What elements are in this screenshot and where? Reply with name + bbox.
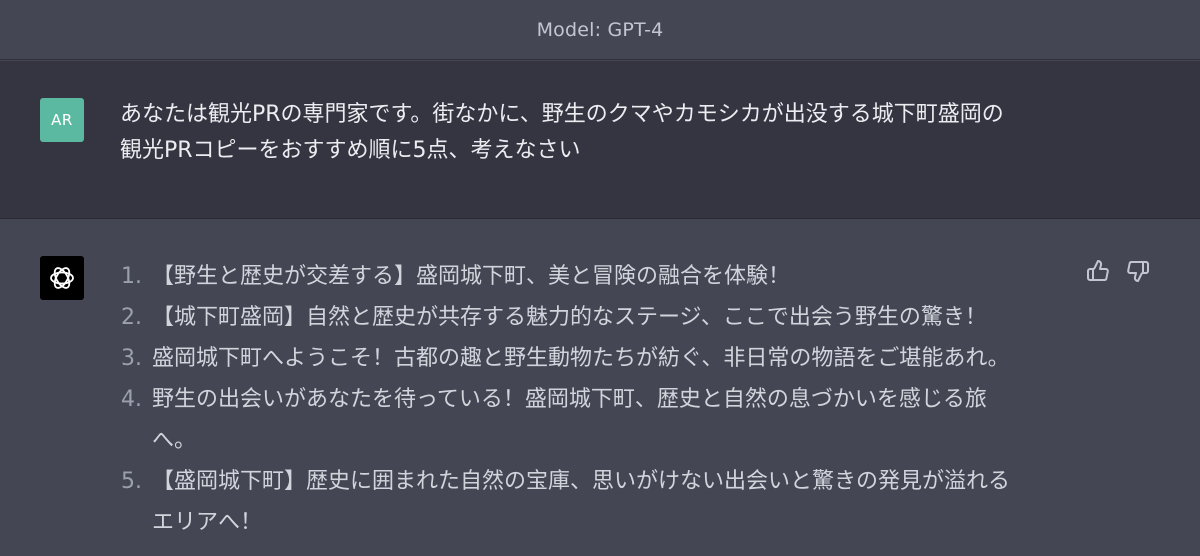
list-number: 4. bbox=[121, 387, 142, 412]
user-avatar: AR bbox=[40, 98, 84, 142]
thumbs-down-button[interactable] bbox=[1125, 258, 1151, 284]
list-number: 1. bbox=[121, 264, 142, 289]
list-item-line: 【盛岡城下町】歴史に囲まれた自然の宝庫、思いがけない出会いと驚きの発見が溢れる bbox=[152, 469, 1011, 494]
avatar-initials: AR bbox=[51, 111, 73, 129]
list-item: 1. 【野生と歴史が交差する】盛岡城下町、美と冒険の融合を体験！ bbox=[110, 256, 1060, 297]
list-item-text: 【野生と歴史が交差する】盛岡城下町、美と冒険の融合を体験！ bbox=[152, 256, 1060, 297]
list-item-line: 盛岡城下町へようこそ！古都の趣と野生動物たちが紡ぐ、非日常の物語をご堪能あれ。 bbox=[152, 346, 1010, 371]
user-message-line: あなたは観光PRの専門家です。街なかに、野生のクマやカモシカが出没する城下町盛岡… bbox=[120, 102, 1004, 127]
assistant-message-row: 1. 【野生と歴史が交差する】盛岡城下町、美と冒険の融合を体験！ 2. 【城下町… bbox=[0, 220, 1200, 556]
thumbs-down-icon bbox=[1127, 261, 1149, 283]
list-item: 5. 【盛岡城下町】歴史に囲まれた自然の宝庫、思いがけない出会いと驚きの発見が溢… bbox=[110, 461, 1060, 543]
list-item-text: 【城下町盛岡】自然と歴史が共存する魅力的なステージ、ここで出会う野生の驚き！ bbox=[152, 297, 1060, 338]
feedback-buttons bbox=[1085, 258, 1151, 284]
list-number: 2. bbox=[121, 305, 142, 330]
list-item: 4. 野生の出会いがあなたを待っている！盛岡城下町、歴史と自然の息づかいを感じる… bbox=[110, 379, 1060, 461]
user-message-text: あなたは観光PRの専門家です。街なかに、野生のクマやカモシカが出没する城下町盛岡… bbox=[120, 97, 1080, 169]
user-message-line: 観光PRコピーをおすすめ順に5点、考えなさい bbox=[120, 138, 581, 163]
answer-list: 1. 【野生と歴史が交差する】盛岡城下町、美と冒険の融合を体験！ 2. 【城下町… bbox=[110, 256, 1060, 543]
list-item-line: へ。 bbox=[152, 428, 197, 453]
list-item-line: 【野生と歴史が交差する】盛岡城下町、美と冒険の融合を体験！ bbox=[152, 264, 791, 289]
model-title: Model: GPT-4 bbox=[536, 18, 664, 41]
list-item-text: 盛岡城下町へようこそ！古都の趣と野生動物たちが紡ぐ、非日常の物語をご堪能あれ。 bbox=[152, 338, 1060, 379]
list-item: 3. 盛岡城下町へようこそ！古都の趣と野生動物たちが紡ぐ、非日常の物語をご堪能あ… bbox=[110, 338, 1060, 379]
thumbs-up-button[interactable] bbox=[1085, 258, 1111, 284]
list-item-text: 野生の出会いがあなたを待っている！盛岡城下町、歴史と自然の息づかいを感じる旅 へ… bbox=[152, 379, 1060, 461]
chat-page: Model: GPT-4 AR あなたは観光PRの専門家です。街なかに、野生のク… bbox=[0, 0, 1200, 556]
list-item-text: 【盛岡城下町】歴史に囲まれた自然の宝庫、思いがけない出会いと驚きの発見が溢れる … bbox=[152, 461, 1060, 543]
list-item: 2. 【城下町盛岡】自然と歴史が共存する魅力的なステージ、ここで出会う野生の驚き… bbox=[110, 297, 1060, 338]
openai-logo-icon bbox=[40, 256, 84, 300]
thumbs-up-icon bbox=[1087, 259, 1109, 281]
list-item-line: 野生の出会いがあなたを待っている！盛岡城下町、歴史と自然の息づかいを感じる旅 bbox=[152, 387, 987, 412]
list-item-line: エリアへ！ bbox=[152, 510, 263, 535]
user-message-row: AR あなたは観光PRの専門家です。街なかに、野生のクマやカモシカが出没する城下… bbox=[0, 61, 1200, 219]
list-number: 5. bbox=[121, 469, 142, 494]
list-number: 3. bbox=[121, 346, 142, 371]
model-header: Model: GPT-4 bbox=[0, 0, 1200, 60]
list-item-line: 【城下町盛岡】自然と歴史が共存する魅力的なステージ、ここで出会う野生の驚き！ bbox=[152, 305, 987, 330]
